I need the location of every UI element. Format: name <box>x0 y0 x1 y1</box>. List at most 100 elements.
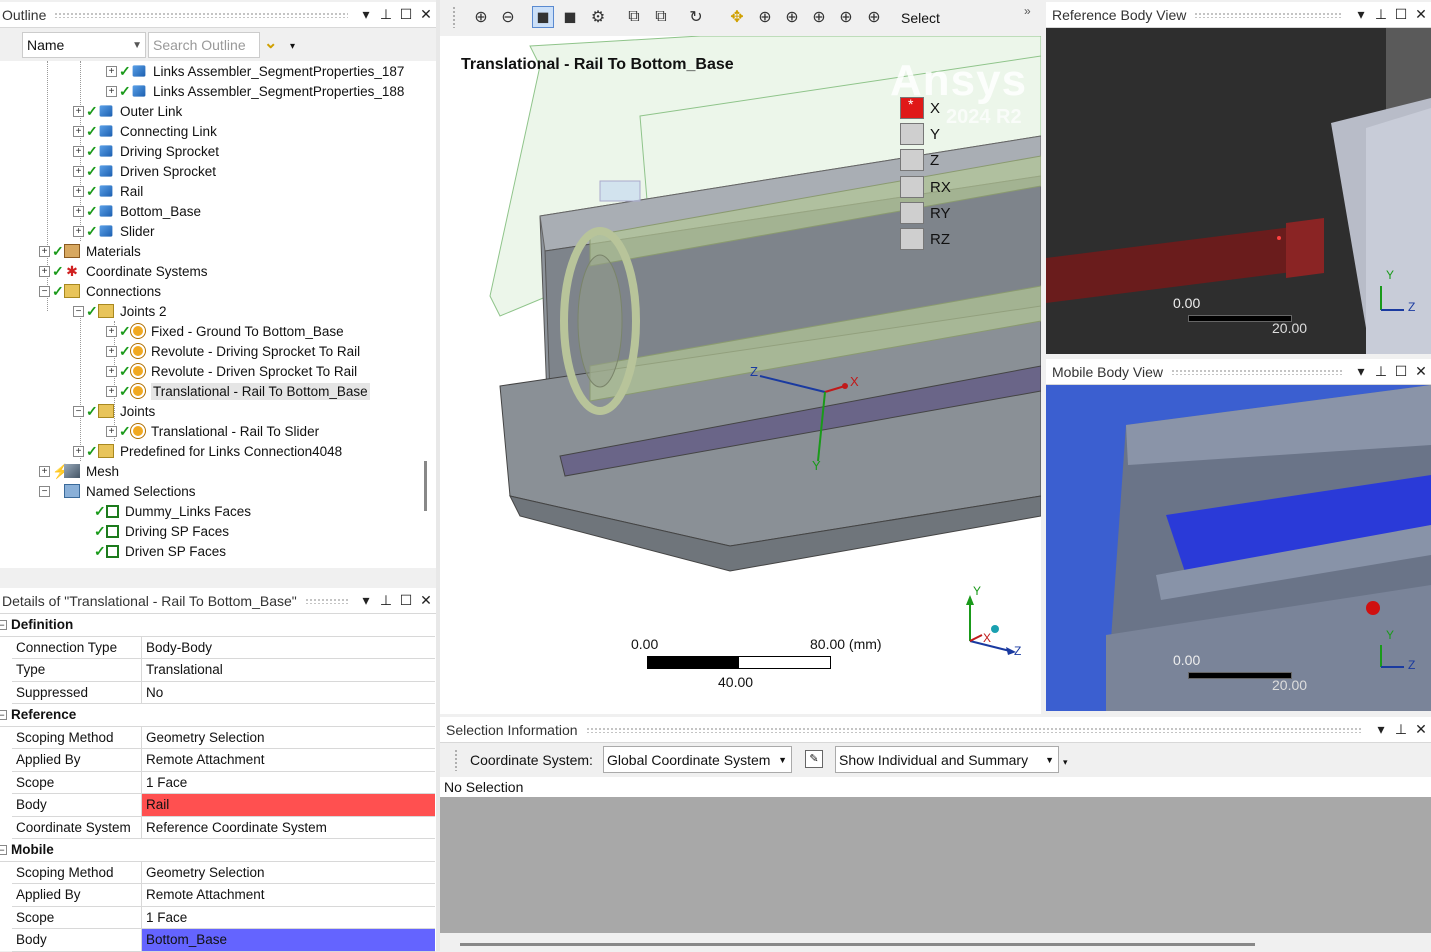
rotate-icon[interactable]: ↻ <box>685 6 707 28</box>
tree-item-fixed-joint[interactable]: + ✓ Fixed - Ground To Bottom_Base <box>106 321 344 341</box>
expand-icon[interactable]: + <box>39 265 50 277</box>
tree-item-links-187[interactable]: + ✓ Links Assembler_SegmentProperties_187 <box>106 61 404 81</box>
expand-icon[interactable]: + <box>73 185 84 197</box>
collapse-icon[interactable]: − <box>73 305 84 317</box>
mobile-view-viewport[interactable]: 0.00 20.00 Y Z <box>1046 385 1431 711</box>
maximize-icon[interactable]: ☐ <box>396 6 416 23</box>
close-icon[interactable]: ✕ <box>1411 6 1431 23</box>
display-mode-select[interactable]: Show Individual and Summary ▼ <box>835 746 1059 773</box>
tree-item-driving-sp-faces[interactable]: ✓ Driving SP Faces <box>94 521 229 541</box>
collapse-icon[interactable]: − <box>39 485 50 497</box>
tree-item-mesh[interactable]: + ⚡ Mesh <box>39 461 119 481</box>
row-value[interactable]: 1 Face <box>142 907 435 929</box>
dof-checkbox[interactable] <box>900 149 924 171</box>
explode-icon[interactable]: ⧉ <box>623 6 645 28</box>
row-mob-scope[interactable]: Scope 1 Face <box>12 906 435 929</box>
row-value[interactable]: No <box>142 682 435 704</box>
dof-rx[interactable]: RX <box>900 176 951 198</box>
row-suppressed[interactable]: Suppressed No <box>12 681 435 704</box>
shaded-view-icon[interactable]: ◼ <box>532 6 554 28</box>
tree-item-coordinate-systems[interactable]: + ✓ ✱ Coordinate Systems <box>39 261 208 281</box>
pan-icon[interactable]: ✥ <box>726 6 748 28</box>
vertical-scrollbar[interactable] <box>424 461 427 511</box>
expand-icon[interactable]: + <box>106 325 117 337</box>
row-value[interactable]: Remote Attachment <box>142 749 435 771</box>
row-value[interactable]: Geometry Selection <box>142 862 435 884</box>
row-value[interactable]: Body-Body <box>142 637 435 659</box>
tree-item-translational-rail-slider[interactable]: + ✓ Translational - Rail To Slider <box>106 421 319 441</box>
render-settings-icon[interactable]: ⚙ <box>587 6 609 28</box>
group-reference[interactable]: − Reference <box>0 704 435 727</box>
tree-item-driven-sp-faces[interactable]: ✓ Driven SP Faces <box>94 541 226 561</box>
edit-cs-icon[interactable]: ✎ <box>805 750 823 768</box>
dropdown-arrow-icon[interactable]: ▾ <box>1351 363 1371 380</box>
group-definition[interactable]: − Definition <box>0 614 435 637</box>
row-value[interactable]: Reference Coordinate System <box>142 817 435 839</box>
filter-options-icon[interactable]: ▾ <box>290 41 295 52</box>
expand-icon[interactable]: + <box>106 345 117 357</box>
row-ref-scoping-method[interactable]: Scoping Method Geometry Selection <box>12 726 435 749</box>
graphics-viewport[interactable]: Z X Y Translational - Rail To Bottom_Bas… <box>440 36 1041 714</box>
pin-icon[interactable]: ⊥ <box>1371 6 1391 23</box>
row-ref-coordinate-system[interactable]: Coordinate System Reference Coordinate Sy… <box>12 816 435 839</box>
dof-checkbox[interactable] <box>900 202 924 224</box>
dropdown-arrow-icon[interactable]: ▾ <box>1351 6 1371 23</box>
expand-icon[interactable]: + <box>73 165 84 177</box>
assemble-icon[interactable]: ⧉ <box>650 6 672 28</box>
reference-view-viewport[interactable]: 0.00 20.00 Y Z <box>1046 28 1431 354</box>
expand-icon[interactable]: + <box>73 225 84 237</box>
tree-item-links-188[interactable]: + ✓ Links Assembler_SegmentProperties_188 <box>106 81 404 101</box>
drag-grip[interactable] <box>1194 11 1343 18</box>
expand-icon[interactable]: + <box>106 65 117 77</box>
scrollbar-thumb[interactable] <box>460 943 1255 946</box>
row-value[interactable]: Geometry Selection <box>142 727 435 749</box>
tree-item-translational-rail-base[interactable]: + ✓ Translational - Rail To Bottom_Base <box>106 381 370 401</box>
tree-item-outer-link[interactable]: + ✓ Outer Link <box>73 101 182 121</box>
dof-ry[interactable]: RY <box>900 202 951 224</box>
row-value[interactable]: Bottom_Base <box>142 929 435 951</box>
row-connection-type[interactable]: Connection Type Body-Body <box>12 636 435 659</box>
close-icon[interactable]: ✕ <box>416 6 436 23</box>
vertical-splitter[interactable] <box>436 0 440 951</box>
dof-rz[interactable]: RZ <box>900 228 950 250</box>
dropdown-arrow-icon[interactable]: ▾ <box>356 592 376 609</box>
expand-icon[interactable]: + <box>73 205 84 217</box>
row-ref-applied-by[interactable]: Applied By Remote Attachment <box>12 749 435 772</box>
selection-grid[interactable] <box>440 797 1431 933</box>
tree-item-predefined-links[interactable]: + ✓ Predefined for Links Connection4048 <box>73 441 342 461</box>
zoom-fit-icon[interactable]: ⊕ <box>808 6 830 28</box>
expand-icon[interactable]: + <box>73 105 84 117</box>
drag-grip[interactable] <box>1171 368 1343 375</box>
select-mode-button[interactable]: Select <box>901 10 940 26</box>
dof-checkbox[interactable] <box>900 96 924 119</box>
row-mob-scoping-method[interactable]: Scoping Method Geometry Selection <box>12 861 435 884</box>
dof-checkbox[interactable] <box>900 123 924 145</box>
row-mob-applied-by[interactable]: Applied By Remote Attachment <box>12 884 435 907</box>
tree-item-rail[interactable]: + ✓ Rail <box>73 181 143 201</box>
expand-icon[interactable]: + <box>106 365 117 377</box>
tree-item-materials[interactable]: + ✓ Materials <box>39 241 141 261</box>
row-value[interactable]: 1 Face <box>142 772 435 794</box>
zoom-icon[interactable]: ⊕ <box>754 6 776 28</box>
tree-item-connections[interactable]: − ✓ Connections <box>39 281 161 301</box>
row-mob-body[interactable]: Body Bottom_Base <box>12 929 435 952</box>
tree-item-joints-2[interactable]: − ✓ Joints 2 <box>73 301 167 321</box>
dof-checkbox[interactable] <box>900 176 924 198</box>
dof-checkbox[interactable] <box>900 228 924 250</box>
maximize-icon[interactable]: ☐ <box>396 592 416 609</box>
tree-item-bottom-base[interactable]: + ✓ Bottom_Base <box>73 201 201 221</box>
close-icon[interactable]: ✕ <box>1411 721 1431 738</box>
row-value[interactable]: Translational <box>142 659 435 681</box>
expand-icon[interactable]: + <box>73 145 84 157</box>
pin-icon[interactable]: ⊥ <box>1391 721 1411 738</box>
zoom-box-icon[interactable]: ⊕ <box>781 6 803 28</box>
tree-item-named-selections[interactable]: − Named Selections <box>39 481 196 501</box>
expand-icon[interactable]: + <box>39 245 50 257</box>
name-filter-select[interactable]: Name ▼ <box>22 32 146 58</box>
collapse-icon[interactable]: − <box>0 619 7 630</box>
dropdown-arrow-icon[interactable]: ▾ <box>356 6 376 23</box>
expand-icon[interactable]: + <box>106 85 117 97</box>
pin-icon[interactable]: ⊥ <box>376 6 396 23</box>
selection-hscrollbar[interactable] <box>440 933 1431 951</box>
tree-item-connecting-link[interactable]: + ✓ Connecting Link <box>73 121 217 141</box>
